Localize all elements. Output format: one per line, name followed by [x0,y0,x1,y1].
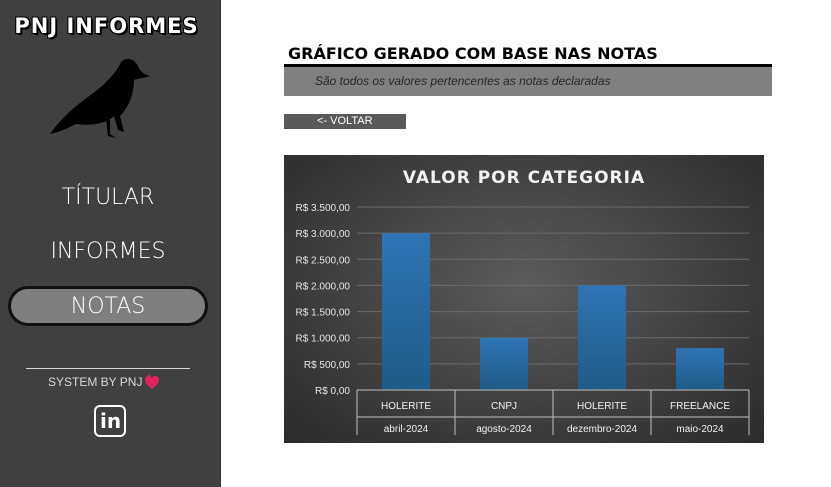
x-period-label: dezembro-2024 [567,424,637,435]
x-period-label: agosto-2024 [476,424,532,435]
y-tick-label: R$ 2.500,00 [296,255,351,266]
x-period-label: abril-2024 [384,424,429,435]
page-title: GRÁFICO GERADO COM BASE NAS NOTAS [288,44,658,63]
y-tick-label: R$ 1.000,00 [296,334,351,345]
linkedin-icon[interactable]: in [94,405,126,437]
page-subtitle: São todos os valores pertencentes as not… [315,74,611,88]
brand-title: PNJ INFORMES [14,14,199,38]
sidebar: PNJ INFORMES TÍTULAR INFORMES NOTAS SYST… [0,0,221,487]
y-tick-label: R$ 3.000,00 [296,229,351,240]
bar [480,337,528,390]
y-tick-label: R$ 3.500,00 [296,203,351,214]
chart-canvas: R$ 0,00 R$ 500,00 R$ 1.000,00 R$ 1.500,00 R$… [296,203,750,435]
nav-item-notas[interactable]: NOTAS [8,286,208,326]
y-tick-label: R$ 0,00 [315,386,350,397]
subtitle-banner: São todos os valores pertencentes as not… [284,67,772,96]
y-tick-label: R$ 2.000,00 [296,281,351,292]
system-credit: SYSTEM BY PNJ [48,375,143,389]
back-button[interactable]: <- VOLTAR [284,114,406,129]
bar [578,285,626,390]
sidebar-divider [26,368,190,369]
bird-logo-icon [50,58,150,138]
x-category-label: HOLERITE [577,401,627,412]
nav-item-titular[interactable]: TÍTULAR [8,178,208,218]
heart-bird-icon [145,374,159,389]
y-tick-label: R$ 500,00 [304,360,351,371]
value-by-category-chart: R$ 0,00 R$ 500,00 R$ 1.000,00 R$ 1.500,00 R$… [284,155,764,443]
y-tick-label: R$ 1.500,00 [296,308,351,319]
x-period-label: maio-2024 [676,424,724,435]
bar [676,348,724,390]
bar [382,233,430,390]
chart-title: VALOR POR CATEGORIA [402,168,646,188]
x-category-label: FREELANCE [670,401,730,412]
nav-item-informes[interactable]: INFORMES [8,232,208,272]
x-category-label: HOLERITE [381,401,431,412]
x-category-label: CNPJ [491,401,517,412]
